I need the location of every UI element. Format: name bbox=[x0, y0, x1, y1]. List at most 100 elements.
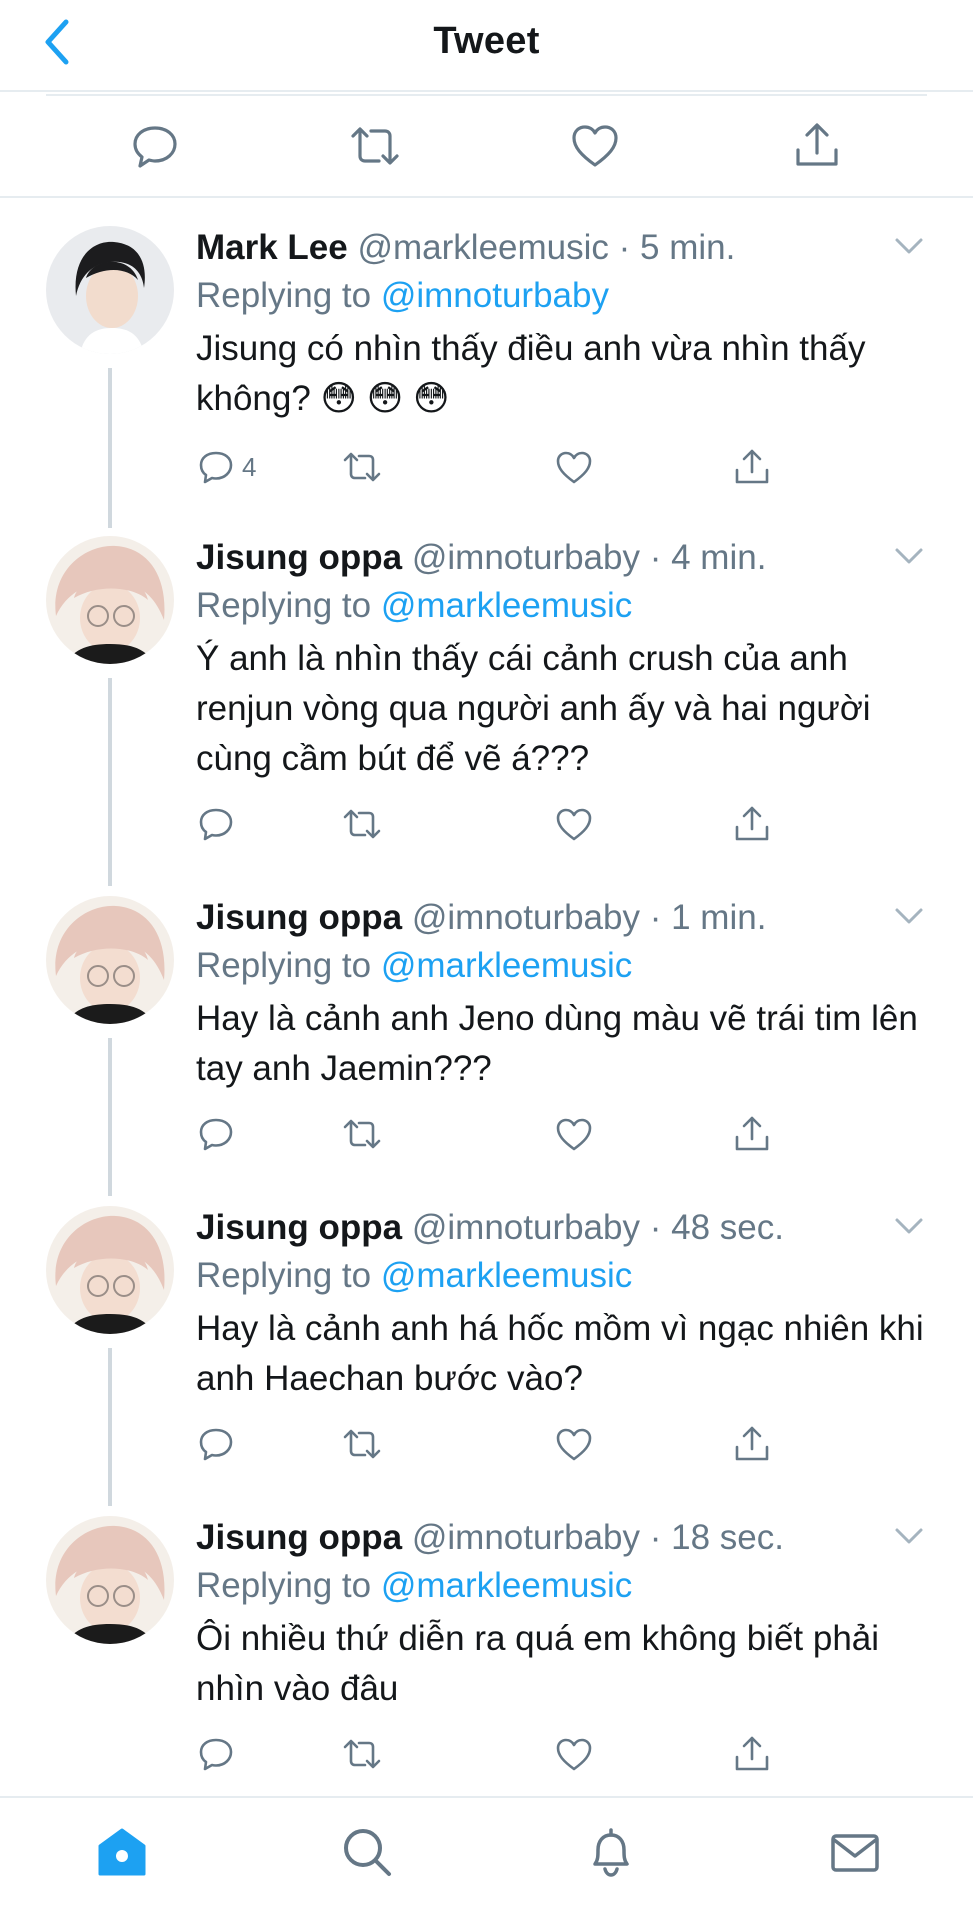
share-icon bbox=[735, 1116, 769, 1151]
share-button[interactable] bbox=[732, 445, 772, 489]
heart-icon[interactable] bbox=[569, 120, 621, 172]
divider bbox=[46, 94, 927, 96]
thread-line bbox=[108, 860, 112, 886]
display-name[interactable]: Jisung oppa bbox=[196, 1518, 402, 1557]
reply-button[interactable] bbox=[196, 802, 242, 846]
timestamp: · 4 min. bbox=[649, 538, 767, 577]
retweet-icon bbox=[343, 1739, 381, 1769]
retweet-button[interactable] bbox=[342, 445, 382, 489]
replying-to: Replying to @markleemusic bbox=[196, 1566, 633, 1605]
chevron-down-icon[interactable] bbox=[893, 1214, 925, 1238]
retweet-button[interactable] bbox=[342, 1112, 382, 1156]
heart-icon bbox=[556, 1738, 592, 1771]
chevron-down-icon[interactable] bbox=[893, 544, 925, 568]
avatar[interactable] bbox=[46, 896, 174, 1024]
handle[interactable]: @imnoturbaby bbox=[412, 1518, 640, 1557]
like-button[interactable] bbox=[554, 1422, 594, 1466]
reply-count: 4 bbox=[242, 451, 257, 482]
share-button[interactable] bbox=[732, 802, 772, 846]
home-icon[interactable] bbox=[94, 1824, 150, 1880]
timestamp: · 5 min. bbox=[618, 228, 736, 267]
reply-text: Ý anh là nhìn thấy cái cảnh crush của an… bbox=[196, 639, 871, 778]
share-button[interactable] bbox=[732, 1732, 772, 1776]
avatar[interactable] bbox=[46, 1206, 174, 1334]
mention-link[interactable]: @markleemusic bbox=[381, 586, 632, 625]
like-button[interactable] bbox=[554, 1112, 594, 1156]
like-button[interactable] bbox=[554, 1732, 594, 1776]
retweet-button[interactable] bbox=[342, 1732, 382, 1776]
share-icon[interactable] bbox=[791, 120, 843, 172]
bell-icon[interactable] bbox=[583, 1824, 639, 1880]
reply-item[interactable]: Jisung oppa @imnoturbaby · 4 min. Replyi… bbox=[0, 500, 973, 884]
retweet-button[interactable] bbox=[342, 1422, 382, 1466]
reply-actions: 4 bbox=[196, 445, 816, 489]
reply-text: Hay là cảnh anh Jeno dùng màu vẽ trái ti… bbox=[196, 999, 918, 1088]
bottom-tab-bar bbox=[0, 1796, 973, 1920]
avatar[interactable] bbox=[46, 1516, 174, 1644]
share-icon bbox=[735, 1736, 769, 1771]
timestamp: · 48 sec. bbox=[649, 1208, 784, 1247]
avatar[interactable] bbox=[46, 226, 174, 354]
reply-button[interactable] bbox=[196, 1732, 242, 1776]
reply-button[interactable]: 4 bbox=[196, 445, 256, 489]
retweet-button[interactable] bbox=[342, 802, 382, 846]
thread-line bbox=[108, 500, 112, 526]
comment-icon bbox=[199, 1118, 233, 1151]
retweet-icon bbox=[343, 1429, 381, 1459]
thread-line bbox=[108, 678, 112, 884]
reply-text: Ôi nhiều thứ diễn ra quá em không biết p… bbox=[196, 1619, 880, 1708]
retweet-icon bbox=[343, 1119, 381, 1149]
handle[interactable]: @markleemusic bbox=[357, 228, 608, 267]
search-icon[interactable] bbox=[339, 1824, 395, 1880]
chevron-down-icon[interactable] bbox=[893, 904, 925, 928]
heart-icon bbox=[556, 1118, 592, 1151]
mail-icon[interactable] bbox=[827, 1824, 883, 1880]
mention-link[interactable]: @markleemusic bbox=[381, 1256, 632, 1295]
page-title: Tweet bbox=[433, 20, 540, 62]
comment-icon bbox=[199, 808, 233, 841]
replying-to: Replying to @markleemusic bbox=[196, 1256, 633, 1295]
handle[interactable]: @imnoturbaby bbox=[412, 538, 640, 577]
retweet-icon[interactable] bbox=[349, 120, 401, 172]
display-name[interactable]: Jisung oppa bbox=[196, 538, 402, 577]
timestamp: · 18 sec. bbox=[649, 1518, 784, 1557]
display-name[interactable]: Jisung oppa bbox=[196, 898, 402, 937]
replying-to: Replying to @markleemusic bbox=[196, 946, 633, 985]
handle[interactable]: @imnoturbaby bbox=[412, 898, 640, 937]
comment-icon bbox=[199, 451, 233, 484]
reply-actions bbox=[196, 1112, 816, 1156]
reply-button[interactable] bbox=[196, 1422, 242, 1466]
display-name[interactable]: Jisung oppa bbox=[196, 1208, 402, 1247]
heart-icon bbox=[556, 808, 592, 841]
like-button[interactable] bbox=[554, 802, 594, 846]
timestamp: · 1 min. bbox=[649, 898, 767, 937]
reply-text: Jisung có nhìn thấy điều anh vừa nhìn th… bbox=[196, 329, 866, 418]
reply-text: Hay là cảnh anh há hốc mồm vì ngạc nhiên… bbox=[196, 1309, 924, 1398]
comment-icon[interactable] bbox=[129, 120, 181, 172]
comment-icon bbox=[199, 1738, 233, 1771]
chevron-down-icon[interactable] bbox=[893, 1524, 925, 1548]
reply-actions bbox=[196, 1732, 816, 1776]
reply-actions bbox=[196, 1422, 816, 1466]
reply-button[interactable] bbox=[196, 1112, 242, 1156]
share-button[interactable] bbox=[732, 1112, 772, 1156]
retweet-icon bbox=[343, 809, 381, 839]
like-button[interactable] bbox=[554, 445, 594, 489]
thread-line bbox=[108, 1170, 112, 1196]
reply-item[interactable]: Jisung oppa @imnoturbaby · 1 min. Replyi… bbox=[0, 860, 973, 1196]
display-name[interactable]: Mark Lee bbox=[196, 228, 348, 267]
mention-link[interactable]: @imnoturbaby bbox=[381, 276, 609, 315]
top-nav-bar: Tweet bbox=[0, 0, 973, 92]
main-tweet-actions bbox=[0, 94, 973, 198]
mention-link[interactable]: @markleemusic bbox=[381, 946, 632, 985]
handle[interactable]: @imnoturbaby bbox=[412, 1208, 640, 1247]
mention-link[interactable]: @markleemusic bbox=[381, 1566, 632, 1605]
reply-item[interactable]: Jisung oppa @imnoturbaby · 48 sec. Reply… bbox=[0, 1170, 973, 1506]
replying-to: Replying to @markleemusic bbox=[196, 586, 633, 625]
chevron-down-icon[interactable] bbox=[893, 234, 925, 258]
avatar[interactable] bbox=[46, 536, 174, 664]
replying-to: Replying to @imnoturbaby bbox=[196, 276, 609, 315]
reply-item[interactable]: Mark Lee @markleemusic · 5 min. Replying… bbox=[0, 200, 973, 528]
share-button[interactable] bbox=[732, 1422, 772, 1466]
reply-item[interactable]: Jisung oppa @imnoturbaby · 18 sec. Reply… bbox=[0, 1480, 973, 1790]
